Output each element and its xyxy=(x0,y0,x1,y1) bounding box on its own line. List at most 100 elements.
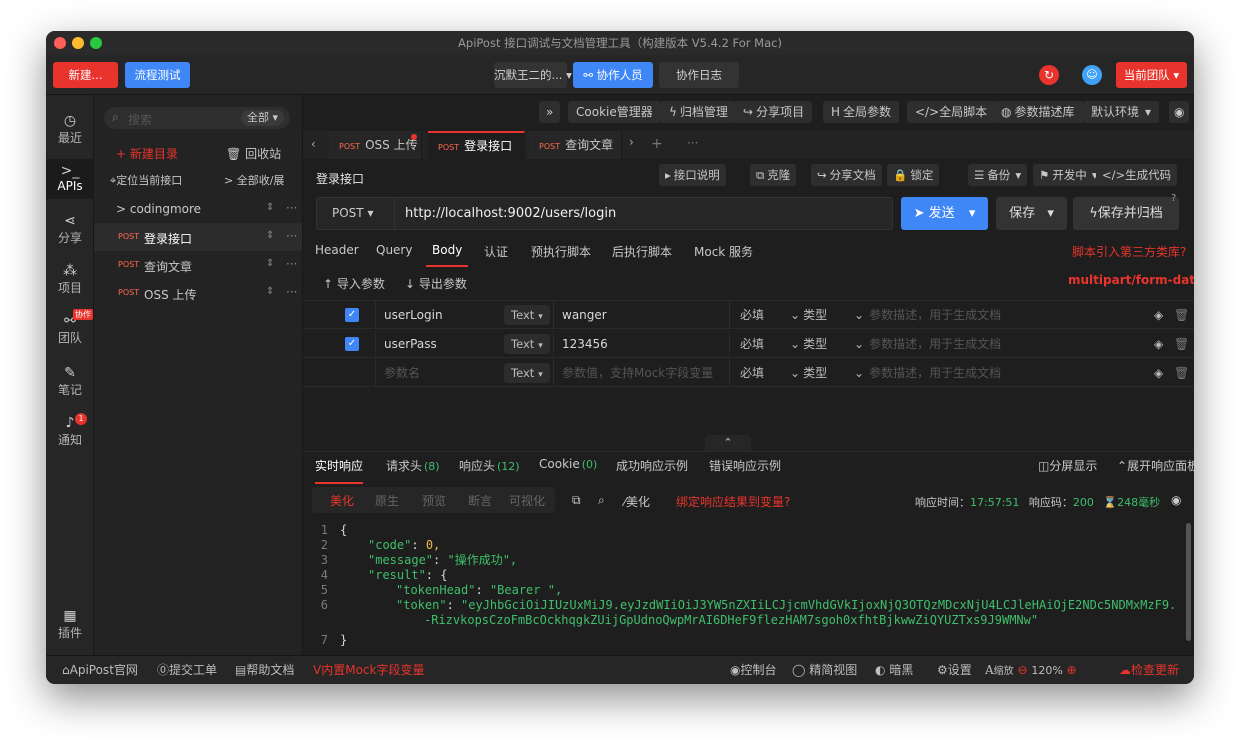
toolbar-button[interactable]: </>全局脚本 xyxy=(907,101,996,123)
site-link[interactable]: ⌂ApiPost官网 xyxy=(62,656,138,684)
send-button[interactable]: ➤ 发送 ▾ xyxy=(901,197,988,230)
request-action-button[interactable]: ☰ 备份 ▾ xyxy=(968,164,1028,186)
nav-team[interactable]: ⚯ 团队 协作 xyxy=(46,309,94,346)
split-view-button[interactable]: ◫分屏显示 xyxy=(1038,457,1097,474)
subtab-2[interactable]: Query xyxy=(376,243,412,257)
toolbar-button[interactable]: ↪ 分享项目 xyxy=(735,101,813,123)
third-party-lib-link[interactable]: 脚本引入第三方类库? xyxy=(1072,243,1186,260)
team-select[interactable]: 当前团队 ▾ xyxy=(1116,62,1187,88)
request-tab[interactable]: POST OSS 上传 xyxy=(329,131,422,159)
flow-test-button[interactable]: 流程测试 xyxy=(125,62,190,88)
param-description[interactable]: ⌄ 参数描述，用于生成文档 xyxy=(854,301,1001,329)
response-tab[interactable]: 响应头 (12) xyxy=(459,457,520,474)
delete-row-icon[interactable]: 🗑 xyxy=(1174,359,1189,387)
mock-cube-icon[interactable]: ◈ xyxy=(1154,301,1163,329)
param-type-select[interactable]: Text ▾ xyxy=(504,363,550,383)
console-button[interactable]: ◉控制台 xyxy=(730,656,777,684)
param-description[interactable]: ⌄ 参数描述，用于生成文档 xyxy=(854,330,1001,358)
docs-link[interactable]: ▤帮助文档 xyxy=(235,656,294,684)
delete-row-icon[interactable]: 🗑 xyxy=(1174,301,1189,329)
help-icon[interactable]: ? xyxy=(1171,193,1176,204)
search-box[interactable]: ⌕ 搜索 全部 ▾ xyxy=(104,107,290,129)
param-value[interactable]: 参数值，支持Mock字段变量 xyxy=(562,359,713,387)
response-view-option[interactable]: 预览 xyxy=(422,492,446,509)
response-tab[interactable]: 请求头 (8) xyxy=(386,457,440,474)
new-button[interactable]: 新建... xyxy=(53,62,118,88)
sort-icon[interactable]: ⇕ xyxy=(266,286,274,297)
request-tab[interactable]: POST 登录接口 xyxy=(428,131,525,159)
collaborators-button[interactable]: ⚯ 协作人员 xyxy=(573,62,653,88)
type-select[interactable]: ⌄ 类型 xyxy=(790,301,827,329)
close-window-icon[interactable] xyxy=(54,37,66,49)
tabs-left-arrow[interactable]: ‹ xyxy=(311,137,316,151)
toolbar-button[interactable]: 默认环境 ▾ xyxy=(1083,101,1160,123)
settings-button[interactable]: ⚙设置 xyxy=(937,656,972,684)
filter-select[interactable]: 全部 ▾ xyxy=(240,110,284,126)
row-checkbox[interactable]: ✓ xyxy=(345,337,359,351)
dark-mode-toggle[interactable]: ◐ 暗黑 xyxy=(875,656,913,684)
import-params-button[interactable]: ↑ 导入参数 xyxy=(323,275,385,292)
param-type-select[interactable]: Text ▾ xyxy=(504,334,550,354)
response-view-option[interactable]: 美化 xyxy=(330,492,354,509)
request-action-button[interactable]: </>生成代码 xyxy=(1096,164,1178,186)
check-update-button[interactable]: ☁检查更新 xyxy=(1119,656,1179,684)
new-dir-button[interactable]: + 新建目录 xyxy=(116,145,178,162)
toolbar-button[interactable]: » xyxy=(539,101,561,123)
more-tabs-button[interactable]: ··· xyxy=(687,136,698,150)
more-options-icon[interactable]: ◉ xyxy=(1171,493,1181,507)
copy-icon[interactable]: ⧉ xyxy=(572,493,581,508)
search-input[interactable]: 搜索 xyxy=(128,111,152,128)
toolbar-button[interactable]: Cookie管理器 xyxy=(568,101,661,123)
response-body[interactable]: 1{2 "code": 0, 3 "message": "操作成功", 4 "result… xyxy=(316,523,1176,655)
nav-notify[interactable]: ♪ 通知 1 xyxy=(46,413,94,448)
param-name[interactable]: userPass xyxy=(384,330,437,358)
nav-recent[interactable]: ◷ 最近 xyxy=(46,113,94,146)
sort-icon[interactable]: ⇕ xyxy=(266,230,274,241)
trash-button[interactable]: 🗑 回收站 xyxy=(226,145,281,162)
subtab-5[interactable]: 预执行脚本 xyxy=(531,243,591,260)
param-value[interactable]: 123456 xyxy=(562,330,608,358)
subtab-6[interactable]: 后执行脚本 xyxy=(612,243,672,260)
toolbar-button[interactable]: H 全局参数 xyxy=(823,101,900,123)
zoom-out-icon[interactable]: ⊖ xyxy=(1018,663,1028,677)
more-icon[interactable]: ··· xyxy=(286,201,297,215)
toolbar-button[interactable]: ϟ 归档管理 xyxy=(661,101,736,123)
sidebar-item[interactable]: > codingmore ⇕ ··· xyxy=(94,195,302,223)
response-view-option[interactable]: 可视化 xyxy=(509,492,545,509)
row-checkbox[interactable]: ✓ xyxy=(345,308,359,322)
response-tab[interactable]: 错误响应示例 xyxy=(709,457,781,474)
send-dropdown-icon[interactable]: ▾ xyxy=(969,206,976,221)
more-icon[interactable]: ··· xyxy=(286,257,297,271)
collapse-handle[interactable]: ⌃ xyxy=(705,435,751,451)
request-tab[interactable]: POST 查询文章 xyxy=(529,131,622,159)
url-input[interactable]: http://localhost:9002/users/login xyxy=(405,206,616,221)
nav-share[interactable]: ⋖ 分享 xyxy=(46,213,94,246)
avatar[interactable]: ☺ xyxy=(1082,65,1102,85)
bind-variable-link[interactable]: 绑定响应结果到变量? xyxy=(676,493,790,510)
type-select[interactable]: ⌄ 类型 xyxy=(790,359,827,387)
subtab-3[interactable]: Body xyxy=(426,243,469,267)
request-action-button[interactable]: ▸ 接口说明 xyxy=(659,164,726,186)
subtab-7[interactable]: Mock 服务 xyxy=(694,243,753,260)
locate-button[interactable]: ⌖定位当前接口 xyxy=(110,172,182,188)
sync-icon[interactable]: ↻ xyxy=(1039,65,1059,85)
content-type-select[interactable]: multipart/form-data ▾ xyxy=(1068,273,1194,287)
save-button[interactable]: 保存 ▾ xyxy=(996,197,1067,230)
sidebar-item[interactable]: POST 查询文章 ⇕ ··· xyxy=(94,251,302,279)
nav-notes[interactable]: ✎ 笔记 xyxy=(46,365,94,398)
collapse-all-button[interactable]: > 全部收/展 xyxy=(224,172,284,188)
export-params-button[interactable]: ↓ 导出参数 xyxy=(405,275,467,292)
response-tab[interactable]: 实时响应 xyxy=(315,457,364,484)
tabs-right-arrow[interactable]: › xyxy=(629,135,634,149)
sort-icon[interactable]: ⇕ xyxy=(266,258,274,269)
response-tab[interactable]: 成功响应示例 xyxy=(616,457,688,474)
mock-link[interactable]: V内置Mock字段变量 xyxy=(313,656,424,684)
expand-response-button[interactable]: ⌃展开响应面板 xyxy=(1117,457,1194,474)
request-action-button[interactable]: 🔒 锁定 xyxy=(887,164,940,186)
subtab-1[interactable]: Header xyxy=(315,243,359,257)
request-action-button[interactable]: ⚑ 开发中 ▾ xyxy=(1033,164,1104,186)
param-description[interactable]: ⌄ 参数描述，用于生成文档 xyxy=(854,359,1001,387)
nav-plugins[interactable]: ▦ 插件 xyxy=(46,608,94,641)
simple-view-toggle[interactable]: ◯ 精简视图 xyxy=(792,656,857,684)
search-response-icon[interactable]: ⌕ xyxy=(598,493,605,508)
